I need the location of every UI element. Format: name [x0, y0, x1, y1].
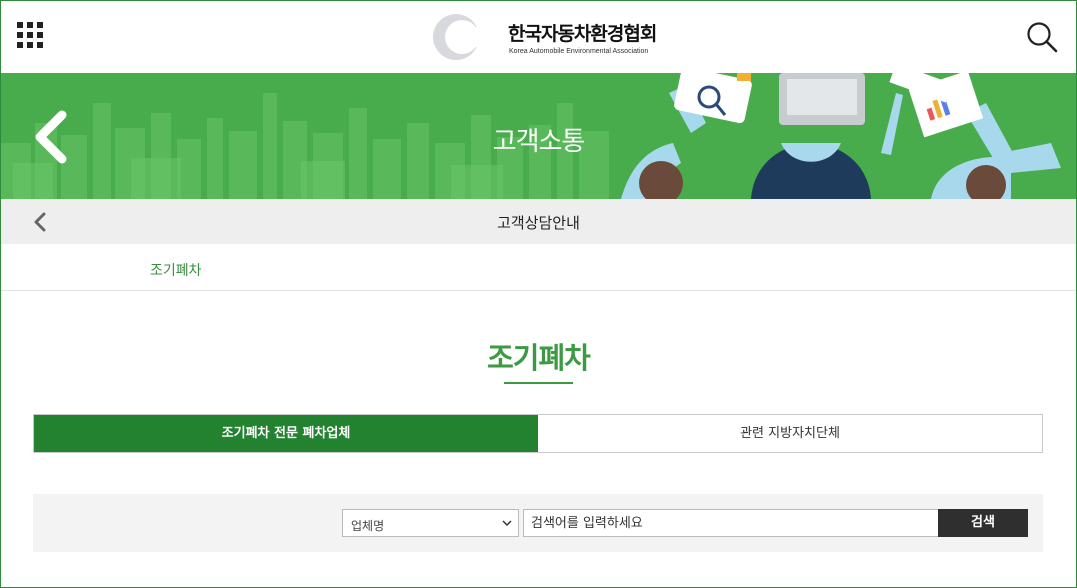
banner-title: 고객소통	[492, 127, 586, 157]
category-row: 조기폐차	[1, 244, 1076, 291]
hero-banner: 고객소통	[1, 73, 1076, 199]
sub-navigation: 고객상담안내	[1, 199, 1076, 244]
tab-local-governments[interactable]: 관련 지방자치단체	[538, 415, 1042, 452]
logo-mark-icon	[433, 14, 491, 60]
search-icon[interactable]	[1026, 21, 1058, 53]
category-link-early-scrap[interactable]: 조기폐차	[150, 260, 202, 280]
search-button[interactable]: 검색	[938, 509, 1028, 537]
grid-menu-icon[interactable]	[17, 22, 43, 48]
search-area: 업체명 검색	[33, 494, 1043, 552]
search-type-select[interactable]: 업체명	[342, 509, 519, 537]
page-title: 조기폐차	[487, 341, 591, 375]
site-header: 한국자동차환경협회 Korea Automobile Environmental…	[0, 0, 1077, 73]
title-underline	[504, 382, 573, 384]
site-logo[interactable]: 한국자동차환경협회 Korea Automobile Environmental…	[432, 12, 657, 62]
subnav-title: 고객상담안내	[497, 214, 580, 232]
tab-scrap-companies[interactable]: 조기폐차 전문 폐차업체	[34, 415, 538, 452]
logo-name: 한국자동차환경협회	[508, 23, 657, 45]
tab-bar: 조기폐차 전문 폐차업체 관련 지방자치단체	[33, 414, 1043, 453]
logo-subtitle: Korea Automobile Environmental Associati…	[509, 48, 649, 55]
search-input[interactable]	[523, 509, 939, 537]
search-type-value: 업체명	[351, 519, 385, 533]
chevron-down-icon	[502, 520, 512, 527]
